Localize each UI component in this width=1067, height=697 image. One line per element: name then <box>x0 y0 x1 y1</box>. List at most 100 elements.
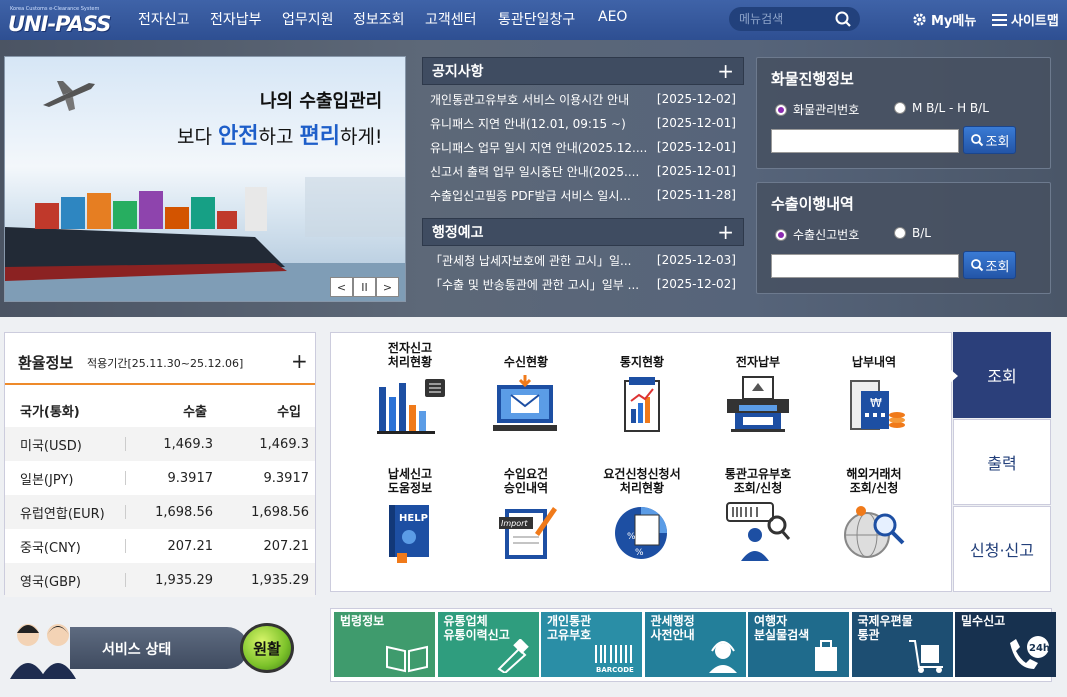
quick-label-1: 여행자 <box>754 614 788 628</box>
rate-import: 1,698.56 <box>251 504 309 520</box>
quick-law-info[interactable]: 법령정보 <box>334 612 435 677</box>
quick-label-1: 관세행정 <box>650 614 695 628</box>
tab-inquiry[interactable]: 조회 <box>953 332 1051 418</box>
nav-single-window[interactable]: 통관단일창구 <box>498 9 575 29</box>
service-tax-help[interactable]: 납세신고 도움정보 HELP <box>355 467 465 563</box>
card-terminal-icon <box>727 376 789 432</box>
sitemap-link[interactable]: 사이트맵 <box>992 10 1059 29</box>
exchange-rate-panel: 환율정보 적용기간[25.11.30~25.12.06] + 국가(통화) 수출… <box>4 332 316 597</box>
tab-apply[interactable]: 신청·신고 <box>953 506 1051 592</box>
quick-label-2: 고유부호 <box>547 628 592 642</box>
quick-label-1: 밀수신고 <box>961 614 1006 628</box>
notice-list: 개인통관고유부호 서비스 이용시간 안내 [2025-12-02] 유니패스 지연 … <box>422 87 744 207</box>
nav-info-inquiry[interactable]: 정보조회 <box>353 9 405 29</box>
service-customs-id[interactable]: 통관고유부호 조회/신청 <box>703 467 813 563</box>
parcel-cart-icon <box>908 640 943 673</box>
service-notification-status[interactable]: 통지현황 <box>587 341 697 437</box>
bar-chart-icon <box>377 379 445 434</box>
svg-text:₩: ₩ <box>870 396 882 410</box>
export-history-box: 수출이행내역 수출신고번호 B/L 조회 <box>756 182 1051 294</box>
service-import-approval[interactable]: 수입요건 승인내역 Import <box>471 467 581 563</box>
cargo-tracking-box: 화물진행정보 화물관리번호 M B/L - H B/L 조회 <box>756 57 1051 169</box>
hamburger-icon <box>992 14 1007 26</box>
person-search-icon <box>726 502 791 561</box>
quick-admin-guide[interactable]: 관세행정 사전안내 <box>644 612 746 677</box>
admin-notice-list: 「관세청 납세자보호에 관한 고시」일... [2025-12-03] 「수출 및 … <box>422 248 744 296</box>
svg-text:%: % <box>627 532 636 542</box>
admin-notice-row[interactable]: 「관세청 납세자보호에 관한 고시」일... [2025-12-03] <box>422 248 744 272</box>
quick-smuggling-report[interactable]: 밀수신고 24h <box>955 612 1056 677</box>
rate-table-header: 국가(통화) 수출 수입 <box>20 404 301 420</box>
rate-table-row: 중국(CNY) 207.21 207.21 <box>5 529 315 563</box>
notice-row[interactable]: 개인통관고유부호 서비스 이용시간 안내 [2025-12-02] <box>422 87 744 111</box>
quick-lost-items[interactable]: 여행자 분실물검색 <box>748 612 849 677</box>
status-badge: 원활 <box>240 623 294 673</box>
active-tab-pointer <box>950 369 958 383</box>
notice-row[interactable]: 유니패스 지연 안내(12.01, 09:15 ~) [2025-12-01] <box>422 111 744 135</box>
percent-pie-icon: %% <box>615 507 667 559</box>
rate-table-row: 미국(USD) 1,469.3 1,469.3 <box>5 427 315 461</box>
cargo-radio-bl[interactable]: M B/L - H B/L <box>894 101 989 115</box>
quick-intl-mail[interactable]: 국제우편물 통관 <box>851 612 953 677</box>
notice-row[interactable]: 수출입신고필증 PDF발급 서비스 일시... [2025-11-28] <box>422 183 744 207</box>
rate-import: 207.21 <box>263 538 310 554</box>
globe-search-icon <box>844 506 905 558</box>
stamp-icon <box>496 639 529 673</box>
banner-line1: 나의 수출입관리 <box>260 91 383 112</box>
service-overseas-partner[interactable]: 해외거래처 조회/신청 <box>819 467 929 563</box>
notice-title: 유니패스 지연 안내(12.01, 09:15 ~) <box>430 116 626 131</box>
nav-e-declaration[interactable]: 전자신고 <box>138 9 190 29</box>
rate-more-button[interactable]: + <box>291 349 308 373</box>
phone-24h-icon: 24h <box>1010 636 1050 669</box>
export-search-button[interactable]: 조회 <box>963 251 1016 279</box>
export-number-input[interactable] <box>771 254 959 278</box>
svg-text:24h: 24h <box>1029 643 1050 654</box>
svg-text:%: % <box>635 548 644 558</box>
quick-personal-customs-code[interactable]: 개인통관 고유부호 BARCODE <box>541 612 642 677</box>
unipass-logo[interactable]: Korea Customs e-Clearance System UNI-PAS… <box>6 2 116 38</box>
notice-date: [2025-12-01] <box>656 116 736 130</box>
cargo-number-input[interactable] <box>771 129 959 153</box>
export-radio-bl[interactable]: B/L <box>894 226 931 240</box>
promo-banner[interactable]: 나의 수출입관리 보다 안전하고 편리하게! < II > <box>4 56 406 302</box>
service-edeclaration-status[interactable]: 전자신고 처리현황 <box>355 341 465 437</box>
service-requirement-status[interactable]: 요건신청신청서 처리현황 %% <box>587 467 697 563</box>
rate-import: 9.3917 <box>263 470 310 486</box>
quick-label-1: 법령정보 <box>340 614 385 628</box>
admin-notice-date: [2025-12-03] <box>656 253 736 267</box>
slide-prev-button[interactable]: < <box>330 277 353 297</box>
admin-notice-date: [2025-12-02] <box>656 277 736 291</box>
report-doc-icon <box>624 377 660 432</box>
rate-export: 1,935.29 <box>155 572 213 588</box>
cargo-search-button[interactable]: 조회 <box>963 126 1016 154</box>
rate-country: 영국(GBP) <box>20 574 81 590</box>
cargo-radio-mgmt-no[interactable]: 화물관리번호 <box>775 101 859 118</box>
admin-notice-row[interactable]: 「수출 및 반송통관에 관한 고시」일부 ... [2025-12-02] <box>422 272 744 296</box>
service-epayment[interactable]: 전자납부 <box>703 341 813 437</box>
book-icon <box>386 645 428 673</box>
notice-row[interactable]: 유니패스 업무 일시 지연 안내(2025.12.... [2025-12-01] <box>422 135 744 159</box>
notice-row[interactable]: 신고서 출력 업무 일시중단 안내(2025.... [2025-12-01] <box>422 159 744 183</box>
notice-panel: 공지사항 + 개인통관고유부호 서비스 이용시간 안내 [2025-12-02] 유… <box>422 57 744 207</box>
rate-country: 일본(JPY) <box>20 472 74 488</box>
nav-customer-center[interactable]: 고객센터 <box>425 9 477 29</box>
quick-distribution-report[interactable]: 유통업체 유통이력신고 <box>437 612 539 677</box>
menu-search-input[interactable] <box>739 11 829 27</box>
slide-next-button[interactable]: > <box>376 277 399 297</box>
export-radio-decl-no[interactable]: 수출신고번호 <box>775 226 859 243</box>
nav-business-support[interactable]: 업무지원 <box>282 9 334 29</box>
search-icon[interactable] <box>833 9 855 29</box>
service-received-status[interactable]: 수신현황 <box>471 341 581 437</box>
quick-label-2: 분실물검색 <box>754 628 810 642</box>
help-book-icon: HELP <box>389 505 429 563</box>
admin-notice-title: 「관세청 납세자보호에 관한 고시」일... <box>430 253 632 268</box>
nav-e-payment[interactable]: 전자납부 <box>210 9 262 29</box>
admin-notice-more-button[interactable]: + <box>717 222 734 242</box>
nav-aeo[interactable]: AEO <box>598 9 627 25</box>
tab-print[interactable]: 출력 <box>953 419 1051 505</box>
menu-search <box>729 7 860 31</box>
service-payment-history[interactable]: 납부내역 ₩ <box>819 341 929 437</box>
notice-more-button[interactable]: + <box>717 61 734 81</box>
slide-pause-button[interactable]: II <box>353 277 376 297</box>
my-menu-link[interactable]: My메뉴 <box>912 10 976 29</box>
